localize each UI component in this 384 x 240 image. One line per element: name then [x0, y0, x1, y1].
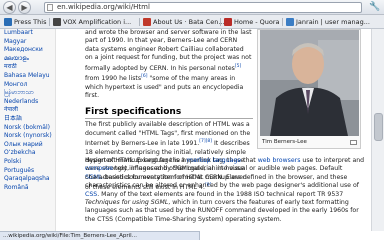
- language-link[interactable]: Nederlands: [0, 98, 55, 107]
- forward-arrow-icon: ▶: [21, 3, 28, 12]
- language-link[interactable]: മലയാളം: [0, 55, 55, 64]
- back-button[interactable]: ◀: [3, 1, 16, 14]
- vox-icon: [53, 18, 61, 26]
- scrollbar-thumb[interactable]: [374, 113, 383, 141]
- enlarge-icon[interactable]: [350, 140, 357, 145]
- reference-link[interactable]: [7][8]: [199, 139, 212, 144]
- bookmark-label: About Us · Bata Cen...: [153, 18, 225, 26]
- bookmark-separator: [49, 18, 50, 26]
- bookmark-label: Home - Quora: [234, 18, 280, 26]
- bookmark-vox[interactable]: VOX Amplification i...: [53, 17, 131, 27]
- vertical-scrollbar[interactable]: [371, 29, 384, 231]
- language-link[interactable]: Lumbaart: [0, 29, 55, 38]
- language-link[interactable]: Norsk (nynorsk): [0, 132, 55, 141]
- image-thumbnail[interactable]: Tim Berners-Lee: [257, 29, 361, 149]
- page-icon: [47, 4, 53, 11]
- quora-icon: [224, 18, 232, 26]
- language-link[interactable]: Magyar: [0, 38, 55, 47]
- janrain-icon: [286, 18, 294, 26]
- language-link[interactable]: 日本語: [0, 115, 55, 124]
- back-arrow-icon: ◀: [6, 3, 13, 12]
- forward-button[interactable]: ▶: [18, 1, 31, 14]
- intro-paragraph: and wrote the browser and server softwar…: [85, 29, 252, 99]
- bookmark-janrain[interactable]: Janrain | user manag...: [286, 17, 370, 27]
- language-link[interactable]: Română: [0, 184, 55, 193]
- language-link[interactable]: Qaraqalpaqsha: [0, 175, 55, 184]
- markup-language-paragraph: Hypertext markup language is a markup la…: [85, 157, 365, 223]
- language-link[interactable]: Polski: [0, 158, 55, 167]
- markup-language-link[interactable]: markup language: [187, 157, 241, 164]
- section-heading: First specifications: [85, 106, 253, 120]
- portrait-illustration: [260, 30, 359, 136]
- language-link[interactable]: Монгол: [0, 81, 55, 90]
- bookmark-label: Press This: [14, 18, 47, 26]
- tim-berners-lee-photo[interactable]: [260, 30, 359, 136]
- language-link[interactable]: Norsk (bokmål): [0, 124, 55, 133]
- language-link[interactable]: Олык марий: [0, 141, 55, 150]
- web-browsers-link[interactable]: web browsers: [258, 157, 301, 164]
- language-link[interactable]: Македонски: [0, 46, 55, 55]
- bookmark-separator: [282, 18, 283, 26]
- url-text: en.wikipedia.org/wiki/Html: [57, 3, 150, 11]
- wrench-menu-icon[interactable]: 🔧: [369, 2, 380, 13]
- bookmark-quora[interactable]: Home - Quora: [224, 17, 280, 27]
- article-content: and wrote the browser and server softwar…: [57, 29, 371, 231]
- status-bar: ...wikipedia.org/wiki/File:Tim_Berners-L…: [0, 231, 200, 240]
- bookmark-about-us[interactable]: About Us · Bata Cen...: [143, 17, 225, 27]
- language-link[interactable]: Bahasa Melayu: [0, 72, 55, 81]
- language-sidebar: Lumbaart Magyar Македонски മലയാളം मराठी …: [0, 29, 56, 231]
- compose-link[interactable]: compose: [85, 165, 113, 172]
- language-link[interactable]: Português: [0, 167, 55, 176]
- image-caption: Tim Berners-Lee: [262, 139, 307, 145]
- language-link[interactable]: मराठी: [0, 63, 55, 72]
- css-link[interactable]: CSS: [85, 191, 97, 198]
- reference-link[interactable]: [5]: [235, 64, 241, 69]
- bookmark-separator: [220, 18, 221, 26]
- address-bar[interactable]: en.wikipedia.org/wiki/Html: [44, 2, 362, 13]
- bottom-area: [200, 231, 384, 240]
- wordpress-icon: [4, 18, 12, 26]
- bookmark-label: Janrain | user manag...: [296, 18, 370, 26]
- bookmarks-bar: Press This VOX Amplification i... About …: [0, 15, 384, 29]
- browser-toolbar: ◀ ▶ en.wikipedia.org/wiki/Html 🔧: [0, 0, 384, 15]
- bata-icon: [143, 18, 151, 26]
- bookmark-press-this[interactable]: Press This: [4, 17, 46, 27]
- language-link[interactable]: မြန်မာဘာသာ: [0, 89, 55, 98]
- language-link[interactable]: Oʻzbekcha: [0, 149, 55, 158]
- language-link[interactable]: नेपाली: [0, 106, 55, 115]
- bookmark-separator: [139, 18, 140, 26]
- bookmark-label: VOX Amplification i...: [63, 18, 132, 26]
